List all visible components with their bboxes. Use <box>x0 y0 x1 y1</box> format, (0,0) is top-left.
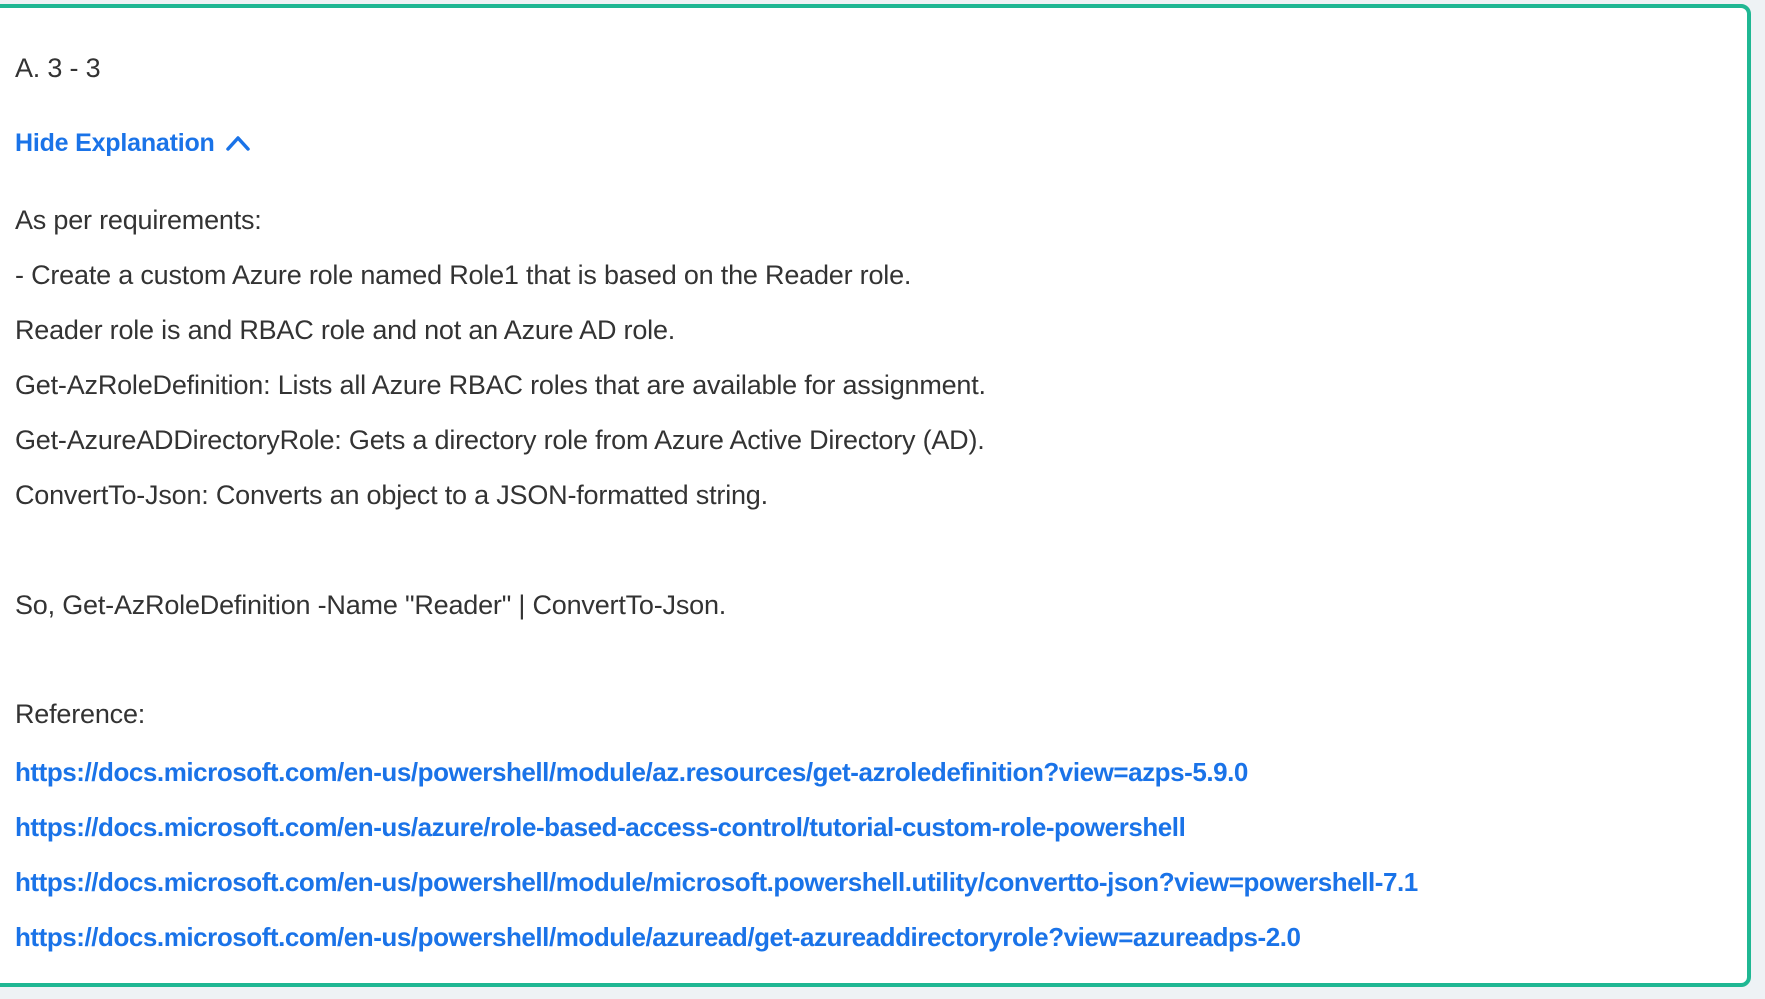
explanation-line: - Create a custom Azure role named Role1… <box>15 260 912 290</box>
chevron-up-icon <box>225 136 250 151</box>
conclusion-text: So, Get-AzRoleDefinition -Name "Reader" … <box>15 590 727 620</box>
hide-explanation-button[interactable]: Hide Explanation <box>15 127 251 159</box>
explanation-line: ConvertTo-Json: Converts an object to a … <box>15 480 768 510</box>
reference-link[interactable]: https://docs.microsoft.com/en-us/powersh… <box>15 866 1418 898</box>
explanation-line: Reader role is and RBAC role and not an … <box>15 315 676 345</box>
reference-link[interactable]: https://docs.microsoft.com/en-us/azure/r… <box>15 811 1186 843</box>
reference-link[interactable]: https://docs.microsoft.com/en-us/powersh… <box>15 921 1301 953</box>
reference-label: Reference: <box>15 699 146 729</box>
explanation-line: Get-AzRoleDefinition: Lists all Azure RB… <box>15 370 986 400</box>
answer-text: A. 3 - 3 <box>15 53 101 83</box>
reference-link[interactable]: https://docs.microsoft.com/en-us/powersh… <box>15 756 1248 788</box>
explanation-line: Get-AzureADDirectoryRole: Gets a directo… <box>15 425 985 455</box>
explanation-line: As per requirements: <box>15 205 262 235</box>
hide-explanation-label: Hide Explanation <box>15 129 215 157</box>
